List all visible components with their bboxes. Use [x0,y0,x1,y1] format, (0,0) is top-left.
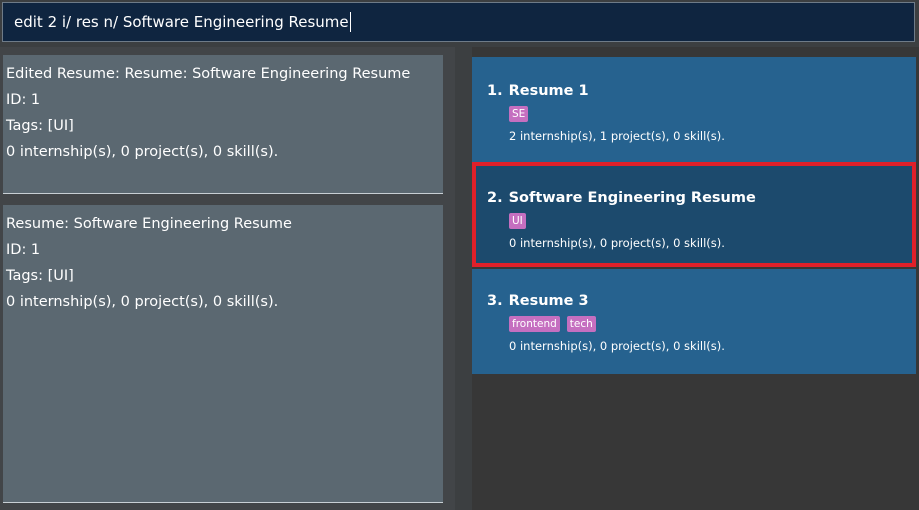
resume-card-title: 2. Software Engineering Resume [487,188,912,208]
resume-card-index: 3. [487,293,503,309]
resume-card-name: Software Engineering Resume [508,190,756,206]
resume-card-title: 1. Resume 1 [487,81,916,101]
command-input[interactable]: edit 2 i/ res n/ Software Engineering Re… [2,2,915,42]
tag-list: SE [487,106,916,124]
resume-card-stats: 0 internship(s), 0 project(s), 0 skill(s… [509,339,725,353]
detail-line: Resume: Software Engineering Resume [6,216,292,232]
result-feedback-panel: Edited Resume: Resume: Software Engineer… [3,55,443,194]
resume-card[interactable]: 3. Resume 3 frontend tech 0 internship(s)… [472,269,916,374]
resume-card-index: 1. [487,83,503,99]
feedback-line: ID: 1 [6,92,41,108]
resume-card-index: 2. [487,190,503,206]
tag-badge: SE [509,106,529,122]
resume-card-name: Resume 1 [508,83,589,99]
tag-badge: tech [566,316,596,332]
tag-list: UI [487,213,912,231]
resume-detail-panel: Resume: Software Engineering Resume ID: … [3,205,443,503]
feedback-line: Edited Resume: Resume: Software Engineer… [6,66,411,82]
command-input-text[interactable]: edit 2 i/ res n/ Software Engineering Re… [14,13,349,31]
detail-line: Tags: [UI] [6,268,74,284]
resume-card-title: 3. Resume 3 [487,291,916,311]
list-gutter [455,47,472,510]
resume-card-stats: 0 internship(s), 0 project(s), 0 skill(s… [509,236,725,250]
text-caret [349,12,351,32]
detail-line: 0 internship(s), 0 project(s), 0 skill(s… [6,294,279,310]
resume-card[interactable]: 1. Resume 1 SE 2 internship(s), 1 project… [472,57,916,162]
resume-card-name: Resume 3 [508,293,589,309]
tag-badge: frontend [509,316,560,332]
left-column: Edited Resume: Resume: Software Engineer… [0,47,455,510]
detail-line: ID: 1 [6,242,41,258]
feedback-line: 0 internship(s), 0 project(s), 0 skill(s… [6,144,279,160]
resume-list[interactable]: 1. Resume 1 SE 2 internship(s), 1 project… [455,47,919,510]
tag-badge: UI [509,213,526,229]
tag-list: frontend tech [487,316,916,334]
resume-card-selected[interactable]: 2. Software Engineering Resume UI 0 inter… [472,162,916,267]
feedback-line: Tags: [UI] [6,118,74,134]
resume-card-stats: 2 internship(s), 1 project(s), 0 skill(s… [509,129,725,143]
